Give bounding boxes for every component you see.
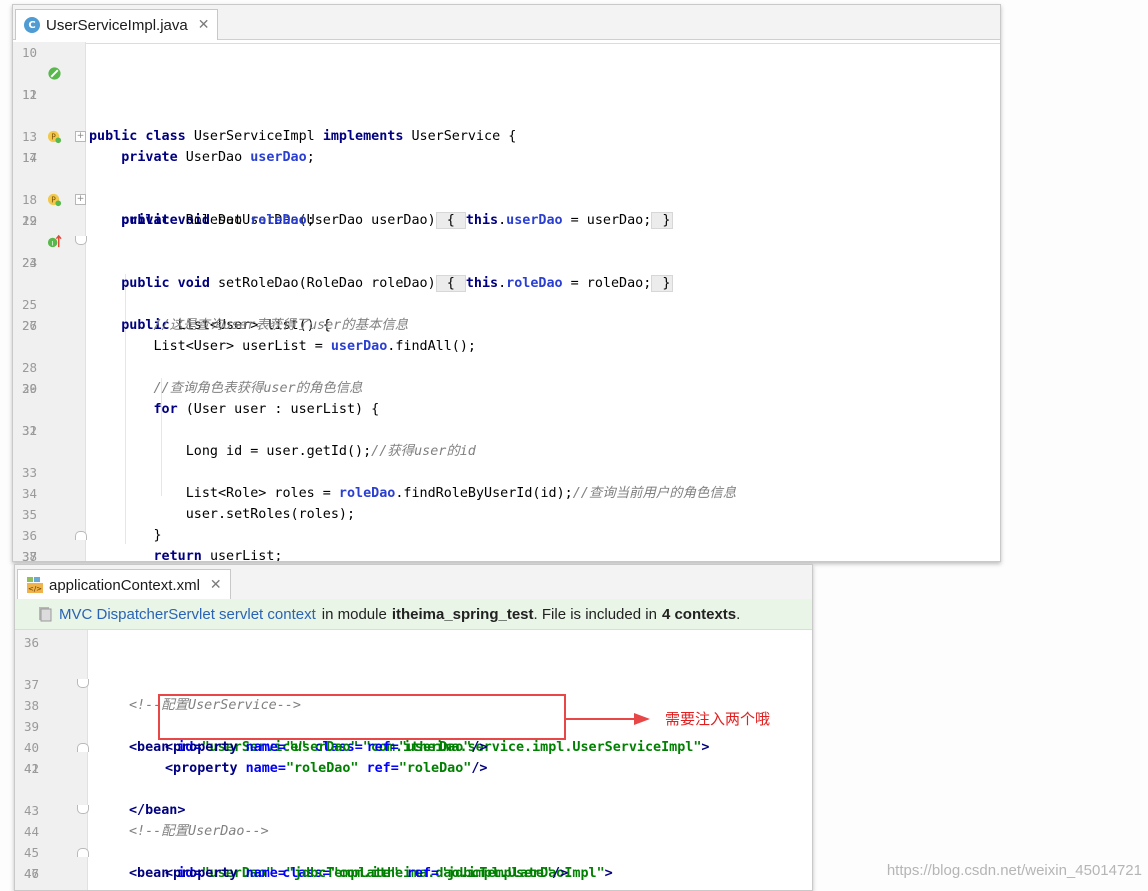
- tab-title: UserServiceImpl.java: [46, 16, 188, 34]
- code-line: 38: [21, 549, 37, 562]
- collapse-fold-icon[interactable]: [77, 679, 89, 688]
- expand-fold-icon[interactable]: +: [75, 194, 86, 205]
- java-class-icon: C: [24, 17, 40, 33]
- implements-icon[interactable]: [47, 66, 62, 81]
- tab-userserviceimpl[interactable]: C UserServiceImpl.java ✕: [15, 9, 219, 40]
- servlet-context-link[interactable]: MVC DispatcherServlet servlet context: [59, 606, 316, 623]
- code-line: 30: [21, 381, 37, 396]
- property-setter-icon[interactable]: P: [47, 129, 62, 144]
- code-line: 28 //查询角色表获得user的角色信息: [21, 360, 363, 396]
- code-line: 37 <!--配置UserService-->: [23, 677, 301, 713]
- code-line: 26 List<User> userList = userDao.findAll…: [21, 318, 476, 354]
- code-line: 31 Long id = user.getId();//获得user的id: [21, 423, 476, 459]
- code-line: 36 return userList;: [21, 528, 283, 562]
- code-line: 38 <bean id="userService" class="com.ith…: [15, 674, 812, 755]
- code-line: 46 </bean>: [15, 842, 812, 881]
- xml-code-area[interactable]: 36 37 <!--配置UserService--> 38 <bean id="…: [15, 630, 812, 890]
- code-line: 17: [21, 150, 37, 165]
- code-line: 29 for (User user : userList) {: [21, 381, 380, 417]
- watermark: https://blog.csdn.net/weixin_45014721: [886, 862, 1142, 879]
- code-line: 23 I public List<User> list() {: [13, 231, 1000, 333]
- collapse-fold-icon[interactable]: [75, 236, 87, 245]
- annotation-text: 需要注入两个哦: [665, 710, 771, 728]
- code-line: 32: [21, 423, 37, 438]
- code-line: 43 <!--配置UserDao-->: [23, 803, 269, 839]
- code-line: 11 public class UserServiceImpl implemen…: [13, 63, 1000, 144]
- code-line: 47: [23, 866, 39, 881]
- code-line: 42: [23, 761, 39, 776]
- close-icon[interactable]: ✕: [198, 17, 210, 33]
- code-line: 27: [21, 318, 37, 333]
- code-line: 44 <bean id="userDao" class="com.itheima…: [15, 800, 812, 881]
- override-icon[interactable]: I: [47, 234, 62, 249]
- code-line: 18 private RoleDao roleDao;: [21, 192, 315, 228]
- code-line: 35 }: [21, 507, 162, 543]
- code-line: 45 <property name="jdbcTemplate" ref="jd…: [23, 845, 569, 881]
- highlight-box: [158, 694, 566, 740]
- xml-tab-bar: </> applicationContext.xml ✕: [15, 565, 812, 600]
- code-line: 41 </bean>: [15, 737, 812, 818]
- code-line: 34 user.setRoles(roles);: [21, 486, 356, 522]
- java-editor-window: C UserServiceImpl.java ✕ 10 11 public cl…: [12, 4, 1001, 562]
- context-banner: MVC DispatcherServlet servlet context in…: [15, 599, 812, 630]
- file-stack-icon: [39, 607, 52, 622]
- code-line: 10: [21, 45, 37, 60]
- arrow-line: [565, 718, 637, 720]
- code-line: 12: [21, 87, 37, 102]
- code-line: 24: [21, 255, 37, 270]
- arrow-head-icon: [634, 713, 650, 725]
- code-line: 33 List<Role> roles = roleDao.findRoleBy…: [21, 465, 737, 501]
- fold-end-icon[interactable]: [75, 531, 87, 540]
- expand-fold-icon[interactable]: +: [75, 131, 86, 142]
- fold-end-icon[interactable]: [77, 848, 89, 857]
- collapse-fold-icon[interactable]: [77, 805, 89, 814]
- code-line: 25 //这是查询user表获得了user的基本信息: [21, 297, 409, 333]
- code-line: 13 private UserDao userDao;: [21, 129, 315, 165]
- code-line: 14 P + public void setUserDao(UserDao us…: [13, 126, 1000, 229]
- xml-file-icon: </>: [27, 577, 43, 593]
- code-line: 19 P + public void setRoleDao(RoleDao ro…: [13, 189, 1000, 292]
- tab-title: applicationContext.xml: [49, 576, 200, 594]
- close-icon[interactable]: ✕: [210, 577, 222, 593]
- code-line: 36: [23, 635, 39, 650]
- svg-text:</>: </>: [28, 585, 42, 593]
- java-code-area[interactable]: 10 11 public class UserServiceImpl imple…: [13, 42, 1000, 562]
- svg-text:I: I: [52, 239, 54, 247]
- property-setter-icon[interactable]: P: [47, 192, 62, 207]
- tab-applicationcontext[interactable]: </> applicationContext.xml ✕: [17, 569, 231, 600]
- code-line: 37 }: [13, 525, 1000, 561]
- java-tab-bar: C UserServiceImpl.java ✕: [13, 5, 1000, 40]
- fold-end-icon[interactable]: [77, 743, 89, 752]
- code-line: 22: [21, 213, 37, 228]
